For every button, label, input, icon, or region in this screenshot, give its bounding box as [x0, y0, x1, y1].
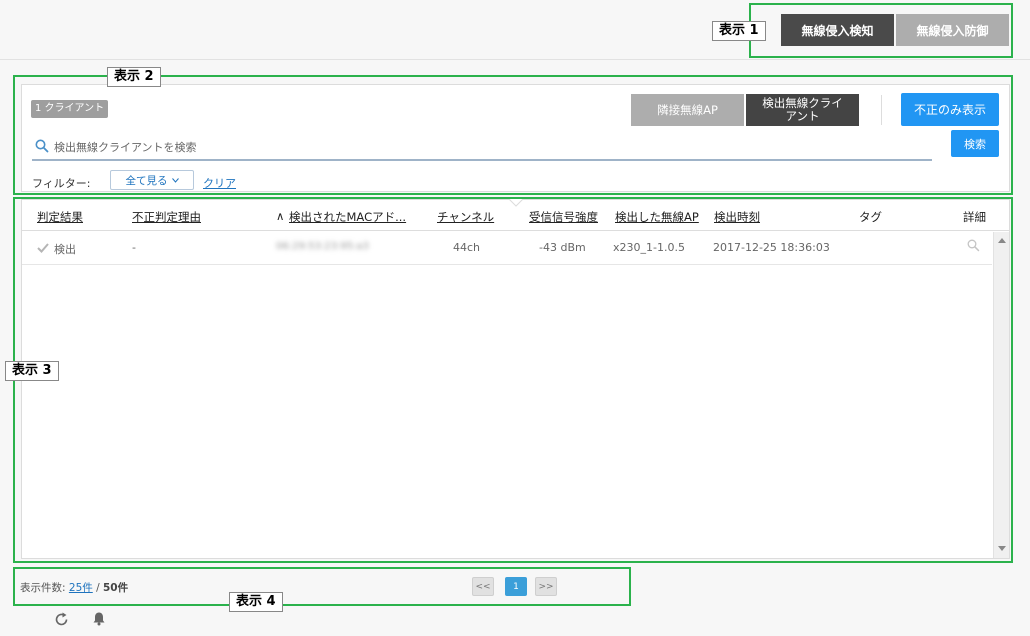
annotation-box-4: [13, 567, 631, 606]
bell-icon[interactable]: [92, 611, 106, 626]
callout-2: 表示 2: [107, 67, 161, 87]
annotation-box-3: [13, 197, 1013, 563]
callout-1: 表示 1: [712, 21, 766, 41]
annotation-box-1: [749, 3, 1013, 58]
bottom-toolbar: [0, 606, 1030, 636]
callout-3: 表示 3: [5, 361, 59, 381]
callout-4: 表示 4: [229, 592, 283, 612]
refresh-icon[interactable]: [54, 612, 69, 627]
annotation-box-2: [13, 75, 1013, 195]
